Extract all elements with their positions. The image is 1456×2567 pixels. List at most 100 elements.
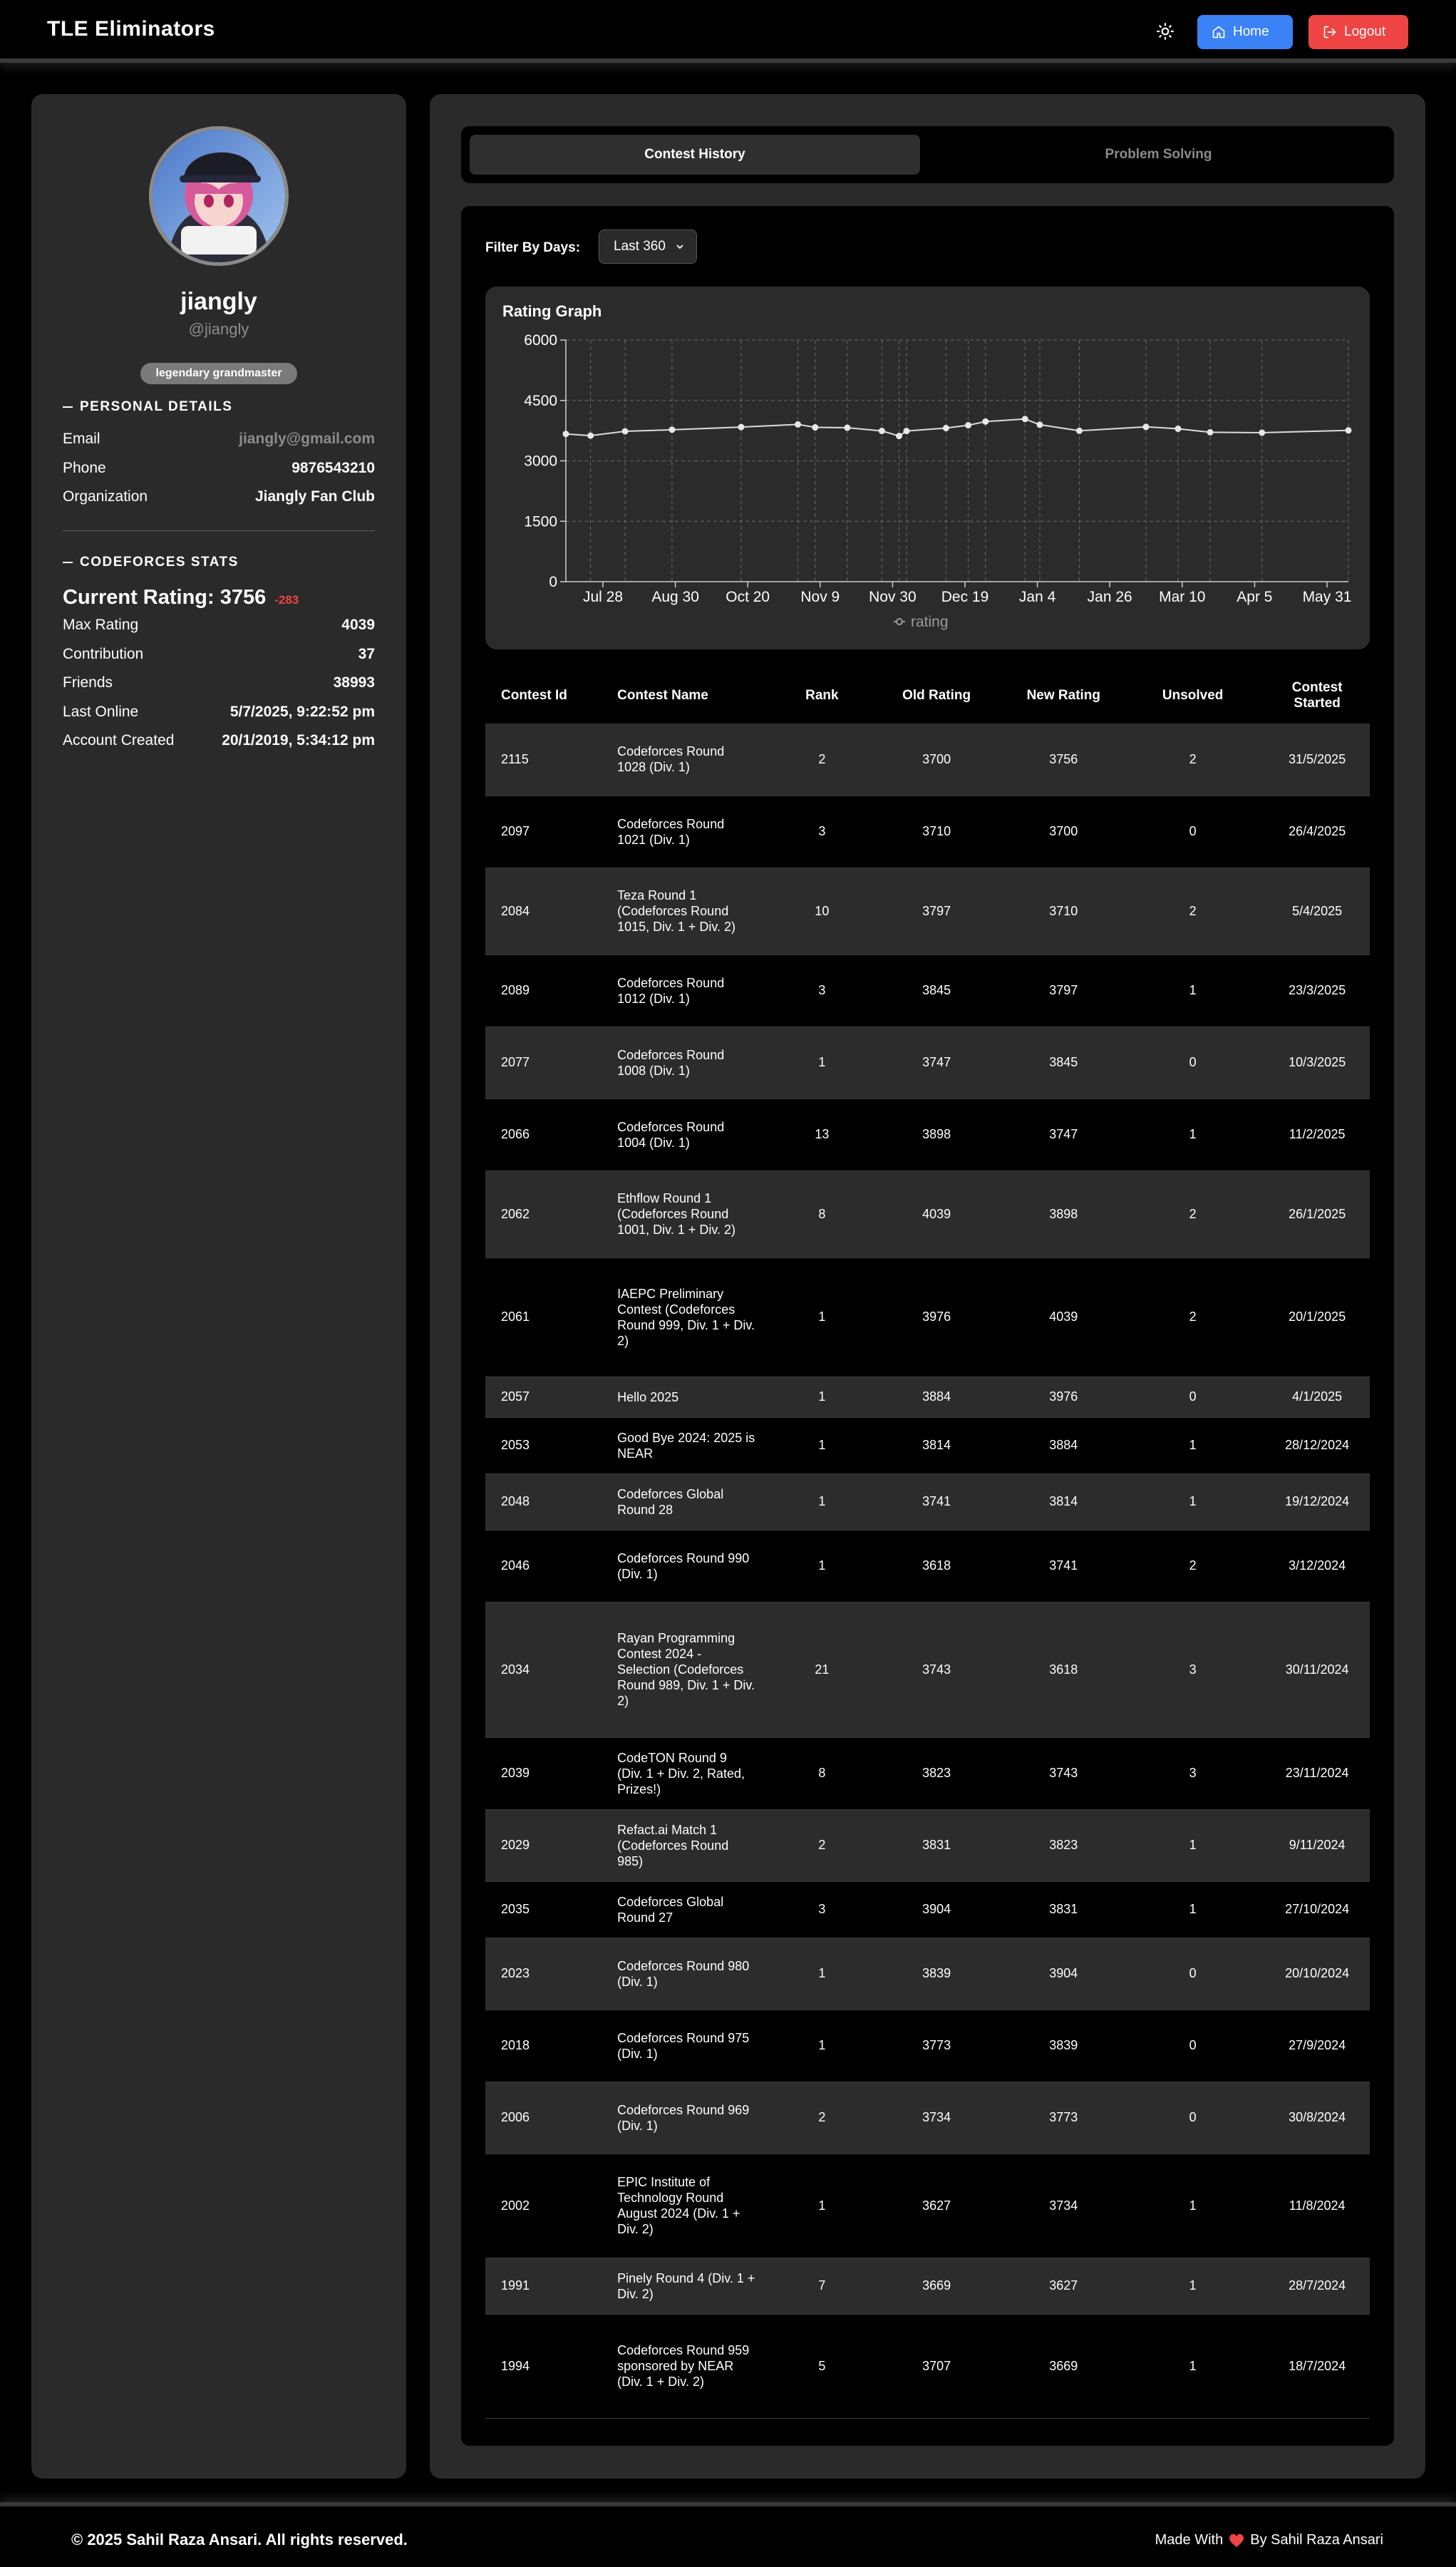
cell-contest-started: 28/12/2024 — [1264, 1417, 1370, 1474]
cell-rank: 7 — [777, 2258, 867, 2315]
table-row[interactable]: 2097 Codeforces Round 1021 (Div. 1) 3 3710 3… — [485, 796, 1370, 868]
table-row[interactable]: 2023 Codeforces Round 980 (Div. 1) 1 3839 39… — [485, 1938, 1370, 2010]
stat-value: 37 — [358, 646, 375, 662]
brand-title[interactable]: TLE Eliminators — [47, 17, 215, 41]
stat-row-last-online: Last Online 5/7/2025, 9:22:52 pm — [63, 704, 375, 721]
cell-rank: 2 — [777, 1809, 867, 1882]
cell-old-rating: 3747 — [867, 1027, 1006, 1099]
cell-old-rating: 3743 — [867, 1602, 1006, 1738]
col-header-rank: Rank — [777, 667, 867, 724]
table-row[interactable]: 2066 Codeforces Round 1004 (Div. 1) 13 3898… — [485, 1099, 1370, 1171]
cell-contest-id: 2053 — [485, 1417, 612, 1474]
y-tick-label: 3000 — [524, 453, 557, 470]
stat-row-account-created: Account Created 20/1/2019, 5:34:12 pm — [63, 732, 375, 749]
table-row[interactable]: 2035 Codeforces Global Round 27 3 3904 3831 1… — [485, 1881, 1370, 1938]
avatar — [149, 126, 289, 266]
cell-unsolved: 1 — [1120, 1473, 1265, 1531]
cell-contest-name: Codeforces Round 1004 (Div. 1) — [611, 1099, 778, 1171]
cell-new-rating: 3845 — [1006, 1027, 1121, 1099]
detail-label: Organization — [63, 488, 148, 505]
cell-contest-id: 2077 — [485, 1027, 612, 1099]
table-row[interactable]: 2084 Teza Round 1 (Codeforces Round 1015,… — [485, 868, 1370, 955]
cell-contest-started: 19/12/2024 — [1264, 1473, 1370, 1531]
tab-problem-solving[interactable]: Problem Solving — [931, 135, 1385, 175]
col-header-contest-id: Contest Id — [485, 667, 612, 724]
x-tick-label: Aug 30 — [651, 589, 699, 605]
table-row[interactable]: 2034 Rayan Programming Contest 2024 - Sel… — [485, 1602, 1370, 1738]
table-row[interactable]: 2048 Codeforces Global Round 28 1 3741 3814 1… — [485, 1473, 1370, 1531]
table-row[interactable]: 2115 Codeforces Round 1028 (Div. 1) 2 3700 3… — [485, 724, 1370, 796]
cell-rank: 3 — [777, 955, 867, 1027]
cell-rank: 1 — [777, 1257, 867, 1377]
cell-contest-id: 2029 — [485, 1809, 612, 1882]
cell-unsolved: 0 — [1120, 1377, 1265, 1418]
cell-unsolved: 0 — [1120, 2010, 1265, 2082]
table-row[interactable]: 2062 Ethflow Round 1 (Codeforces Round 10… — [485, 1171, 1370, 1258]
cell-new-rating: 3756 — [1006, 724, 1121, 796]
rating-data-point — [1036, 421, 1043, 428]
cell-contest-started: 11/2/2025 — [1264, 1099, 1370, 1171]
table-row[interactable]: 2029 Refact.ai Match 1 (Codeforces Round … — [485, 1809, 1370, 1882]
home-label: Home — [1233, 24, 1269, 39]
cell-old-rating: 3814 — [867, 1417, 1006, 1474]
cell-contest-id: 2039 — [485, 1737, 612, 1810]
table-row[interactable]: 2018 Codeforces Round 975 (Div. 1) 1 3773 38… — [485, 2010, 1370, 2082]
rating-data-point — [738, 423, 745, 431]
legend-marker-swatch — [896, 618, 903, 625]
table-row[interactable]: 2039 CodeTON Round 9 (Div. 1 + Div. 2, Ra… — [485, 1737, 1370, 1810]
table-row[interactable]: 2057 Hello 2025 1 3884 3976 0 4/1/2025 — [485, 1377, 1370, 1418]
x-tick-label: Jul 28 — [583, 589, 623, 605]
rating-data-point — [896, 433, 903, 440]
logout-button[interactable]: Logout — [1308, 15, 1408, 49]
home-button[interactable]: Home — [1197, 15, 1293, 49]
cell-rank: 1 — [777, 1938, 867, 2010]
table-row[interactable]: 2089 Codeforces Round 1012 (Div. 1) 3 3845 3… — [485, 955, 1370, 1027]
cell-new-rating: 3627 — [1006, 2258, 1121, 2315]
cell-contest-name: Refact.ai Match 1 (Codeforces Round 985) — [611, 1809, 778, 1882]
cell-rank: 1 — [777, 1377, 867, 1418]
cell-contest-name: Codeforces Round 959 sponsored by NEAR (… — [611, 2314, 778, 2419]
contest-history-content: Filter By Days: Last 360 Rating Graph 01… — [461, 206, 1394, 2446]
cell-contest-name: Codeforces Round 969 (Div. 1) — [611, 2082, 778, 2154]
cell-contest-started: 23/3/2025 — [1264, 955, 1370, 1027]
cell-new-rating: 3831 — [1006, 1881, 1121, 1938]
cell-unsolved: 0 — [1120, 1027, 1265, 1099]
days-filter-select[interactable]: Last 360 — [599, 230, 697, 264]
theme-toggle-button[interactable] — [1153, 19, 1177, 43]
cell-contest-id: 2066 — [485, 1099, 612, 1171]
legend-label: rating — [911, 614, 949, 630]
filter-label: Filter By Days: — [485, 240, 581, 255]
cell-rank: 1 — [777, 1530, 867, 1603]
cell-old-rating: 3618 — [867, 1530, 1006, 1603]
cell-contest-name: Codeforces Global Round 28 — [611, 1473, 778, 1531]
table-row[interactable]: 1994 Codeforces Round 959 sponsored by NE… — [485, 2314, 1370, 2419]
table-row[interactable]: 2002 EPIC Institute of Technology Round A… — [485, 2154, 1370, 2258]
cell-contest-started: 20/1/2025 — [1264, 1257, 1370, 1377]
cell-contest-started: 5/4/2025 — [1264, 868, 1370, 955]
cell-contest-id: 2062 — [485, 1171, 612, 1258]
heart-icon — [1229, 2533, 1244, 2547]
cell-contest-id: 2046 — [485, 1530, 612, 1603]
rating-data-point — [587, 432, 594, 439]
detail-value-email[interactable]: jiangly@gmail.com — [239, 431, 375, 448]
table-row[interactable]: 2046 Codeforces Round 990 (Div. 1) 1 3618 37… — [485, 1530, 1370, 1603]
table-row[interactable]: 2061 IAEPC Preliminary Contest (Codeforce… — [485, 1257, 1370, 1377]
table-row[interactable]: 1991 Pinely Round 4 (Div. 1 + Div. 2) 7 366… — [485, 2258, 1370, 2315]
col-header-new-rating: New Rating — [1006, 667, 1121, 724]
cell-new-rating: 3898 — [1006, 1171, 1121, 1258]
cell-unsolved: 0 — [1120, 796, 1265, 868]
table-row[interactable]: 2053 Good Bye 2024: 2025 is NEAR 1 3814 3884… — [485, 1417, 1370, 1474]
cell-unsolved: 1 — [1120, 1809, 1265, 1882]
logout-label: Logout — [1344, 24, 1386, 39]
cell-contest-id: 1991 — [485, 2258, 612, 2315]
cell-contest-started: 26/4/2025 — [1264, 796, 1370, 868]
cell-old-rating: 3773 — [867, 2010, 1006, 2082]
cell-contest-id: 2048 — [485, 1473, 612, 1531]
logout-icon — [1323, 26, 1336, 38]
x-tick-label: May 31 — [1303, 589, 1352, 605]
table-row[interactable]: 2006 Codeforces Round 969 (Div. 1) 2 3734 37… — [485, 2082, 1370, 2154]
rating-chart: 0 1500 3000 4500 6000 Jul 28 Aug 30 Oct 20 Nov 9… — [524, 332, 1352, 630]
table-row[interactable]: 2077 Codeforces Round 1008 (Div. 1) 1 3747 3… — [485, 1027, 1370, 1099]
cell-contest-name: Hello 2025 — [611, 1377, 778, 1418]
tab-contest-history[interactable]: Contest History — [470, 135, 920, 175]
